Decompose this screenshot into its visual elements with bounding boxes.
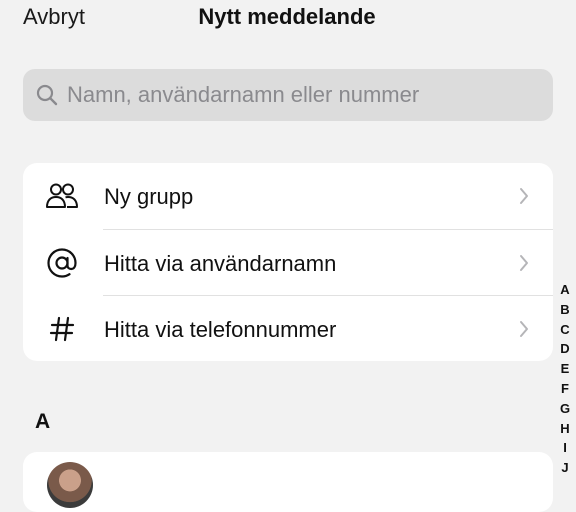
section-header: A: [35, 410, 51, 433]
find-by-username-label: Hitta via användarnamn: [104, 251, 337, 276]
search-input[interactable]: [67, 82, 527, 108]
index-letter[interactable]: A: [560, 280, 569, 300]
index-letter[interactable]: E: [561, 359, 570, 379]
find-by-phone-row[interactable]: Hitta via telefonnummer: [23, 296, 553, 361]
chevron-right-icon: [520, 255, 528, 271]
index-letter[interactable]: F: [561, 379, 569, 399]
page-title-text: Nytt meddelande: [198, 4, 376, 29]
index-letter[interactable]: D: [560, 339, 569, 359]
chevron-right-icon: [520, 188, 528, 204]
group-icon: [45, 180, 79, 212]
find-by-phone-label: Hitta via telefonnummer: [104, 317, 337, 342]
page-title: Nytt meddelande: [0, 4, 576, 30]
navigation-bar: Avbryt Nytt meddelande: [0, 0, 576, 34]
index-letter[interactable]: I: [563, 438, 567, 458]
index-letter[interactable]: B: [560, 300, 569, 320]
new-group-row[interactable]: Ny grupp: [23, 163, 553, 229]
index-letter[interactable]: C: [560, 320, 569, 340]
find-by-username-row[interactable]: Hitta via användarnamn: [23, 230, 553, 296]
avatar: [47, 462, 93, 508]
contact-row[interactable]: [23, 452, 553, 512]
chevron-right-icon: [520, 321, 528, 337]
index-letter[interactable]: H: [560, 419, 569, 439]
search-icon: [36, 84, 58, 106]
options-card: Ny grupp Hitta via användarnamn Hitta vi…: [23, 163, 553, 361]
index-letter[interactable]: G: [560, 399, 570, 419]
alphabet-index[interactable]: A B C D E F G H I J: [556, 280, 574, 478]
hash-icon: [45, 313, 79, 345]
index-letter[interactable]: J: [561, 458, 568, 478]
at-sign-icon: [45, 247, 79, 279]
search-bar[interactable]: [23, 69, 553, 121]
new-group-label: Ny grupp: [104, 184, 194, 209]
